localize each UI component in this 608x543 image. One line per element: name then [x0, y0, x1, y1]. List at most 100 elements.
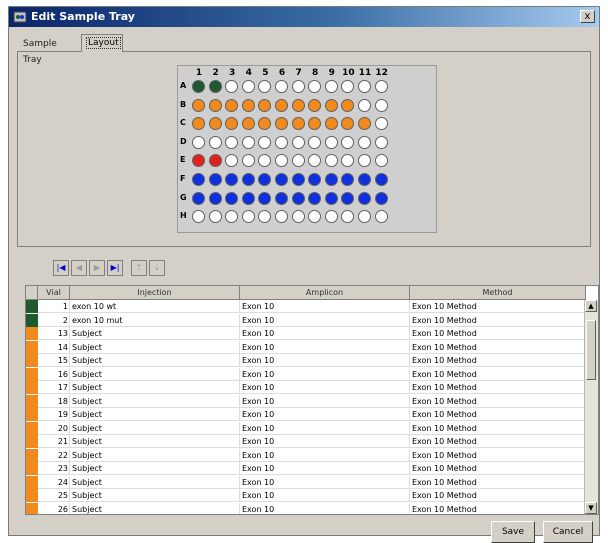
plate-well[interactable]	[275, 210, 288, 224]
plate-well[interactable]	[208, 135, 222, 149]
last-icon[interactable]: ▶|	[107, 260, 123, 276]
plate-well[interactable]	[308, 191, 322, 205]
plate-well[interactable]	[374, 80, 388, 93]
plate-well[interactable]	[208, 210, 222, 224]
plate-well[interactable]	[241, 191, 255, 205]
plate-well[interactable]	[341, 154, 355, 168]
move-down-icon[interactable]: ⇣	[149, 260, 165, 276]
plate-well[interactable]	[291, 98, 305, 112]
cancel-button[interactable]: Cancel	[543, 521, 593, 543]
plate-well[interactable]	[258, 98, 272, 112]
plate-well[interactable]	[192, 210, 205, 224]
plate-well[interactable]	[374, 98, 388, 112]
plate-well[interactable]	[275, 191, 288, 205]
plate-well[interactable]	[341, 135, 355, 149]
scroll-up-icon[interactable]: ▲	[585, 300, 597, 312]
plate-well[interactable]	[208, 191, 222, 205]
plate-well[interactable]	[358, 191, 371, 205]
plate-well[interactable]	[225, 80, 239, 93]
plate-well[interactable]	[308, 98, 322, 112]
plate-well[interactable]	[324, 80, 338, 93]
plate-well[interactable]	[258, 135, 272, 149]
scroll-thumb[interactable]	[586, 320, 596, 380]
table-row[interactable]: 25 Subject Exon 10 Exon 10 Method	[26, 489, 586, 502]
plate-well[interactable]	[324, 135, 338, 149]
plate-well[interactable]	[225, 98, 239, 112]
plate-well[interactable]	[374, 210, 388, 224]
plate-well[interactable]	[258, 210, 272, 224]
plate-well[interactable]	[275, 135, 288, 149]
table-row[interactable]: 2 exon 10 mut Exon 10 Exon 10 Method	[26, 313, 586, 327]
table-row[interactable]: 15 Subject Exon 10 Exon 10 Method	[26, 354, 586, 367]
plate-well[interactable]	[192, 154, 205, 168]
plate-well[interactable]	[358, 98, 371, 112]
plate-well[interactable]	[241, 80, 255, 93]
plate-well[interactable]	[308, 135, 322, 149]
plate-well[interactable]	[291, 154, 305, 168]
table-row[interactable]: 21 Subject Exon 10 Exon 10 Method	[26, 435, 586, 448]
plate-well[interactable]	[358, 173, 371, 186]
plate-well[interactable]	[374, 117, 388, 131]
plate-well[interactable]	[192, 80, 205, 93]
scroll-down-icon[interactable]: ▼	[585, 502, 597, 514]
plate-well[interactable]	[192, 117, 205, 131]
plate-well[interactable]	[291, 135, 305, 149]
plate-well[interactable]	[192, 98, 205, 112]
table-row[interactable]: 13 Subject Exon 10 Exon 10 Method	[26, 327, 586, 340]
plate-well[interactable]	[258, 80, 272, 93]
table-row[interactable]: 24 Subject Exon 10 Exon 10 Method	[26, 475, 586, 489]
table-row[interactable]: 22 Subject Exon 10 Exon 10 Method	[26, 448, 586, 462]
column-header[interactable]: Amplicon	[240, 286, 410, 300]
plate-well[interactable]	[275, 80, 288, 93]
table-row[interactable]: 19 Subject Exon 10 Exon 10 Method	[26, 408, 586, 421]
plate-well[interactable]	[374, 154, 388, 168]
plate-well[interactable]	[291, 80, 305, 93]
plate-well[interactable]	[258, 173, 272, 186]
plate-well[interactable]	[225, 154, 239, 168]
column-header[interactable]: Injection	[70, 286, 240, 300]
plate-well[interactable]	[208, 173, 222, 186]
plate-well[interactable]	[241, 154, 255, 168]
plate-well[interactable]	[308, 117, 322, 131]
tab-layout[interactable]: Layout	[81, 34, 123, 52]
move-up-icon[interactable]: ⇡	[131, 260, 147, 276]
plate-well[interactable]	[324, 173, 338, 186]
table-row[interactable]: 17 Subject Exon 10 Exon 10 Method	[26, 381, 586, 394]
plate-well[interactable]	[241, 210, 255, 224]
plate-well[interactable]	[258, 191, 272, 205]
plate-well[interactable]	[291, 191, 305, 205]
plate-well[interactable]	[374, 191, 388, 205]
table-row[interactable]: 23 Subject Exon 10 Exon 10 Method	[26, 462, 586, 475]
plate-well[interactable]	[208, 98, 222, 112]
column-header[interactable]: Method	[410, 286, 586, 300]
column-header[interactable]: Vial	[38, 286, 70, 300]
plate-well[interactable]	[241, 98, 255, 112]
plate-well[interactable]	[358, 154, 371, 168]
plate-well[interactable]	[275, 173, 288, 186]
table-row[interactable]: 14 Subject Exon 10 Exon 10 Method	[26, 340, 586, 354]
plate-well[interactable]	[374, 135, 388, 149]
plate-well[interactable]	[291, 210, 305, 224]
plate-well[interactable]	[358, 80, 371, 93]
plate-well[interactable]	[308, 154, 322, 168]
plate-well[interactable]	[308, 210, 322, 224]
plate-well[interactable]	[341, 80, 355, 93]
plate-well[interactable]	[208, 154, 222, 168]
plate-well[interactable]	[324, 154, 338, 168]
plate-well[interactable]	[258, 154, 272, 168]
table-row[interactable]: 26 Subject Exon 10 Exon 10 Method	[26, 502, 586, 514]
plate-well[interactable]	[208, 117, 222, 131]
plate-well[interactable]	[225, 135, 239, 149]
plate-well[interactable]	[341, 117, 355, 131]
save-button[interactable]: Save	[491, 521, 535, 543]
plate-well[interactable]	[341, 98, 355, 112]
prev-icon[interactable]: ◀	[71, 260, 87, 276]
plate-well[interactable]	[192, 135, 205, 149]
plate-well[interactable]	[358, 117, 371, 131]
plate-well[interactable]	[308, 173, 322, 186]
plate-well[interactable]	[225, 173, 239, 186]
plate-well[interactable]	[324, 98, 338, 112]
table-row[interactable]: 18 Subject Exon 10 Exon 10 Method	[26, 394, 586, 408]
plate-well[interactable]	[275, 98, 288, 112]
plate-well[interactable]	[291, 173, 305, 186]
